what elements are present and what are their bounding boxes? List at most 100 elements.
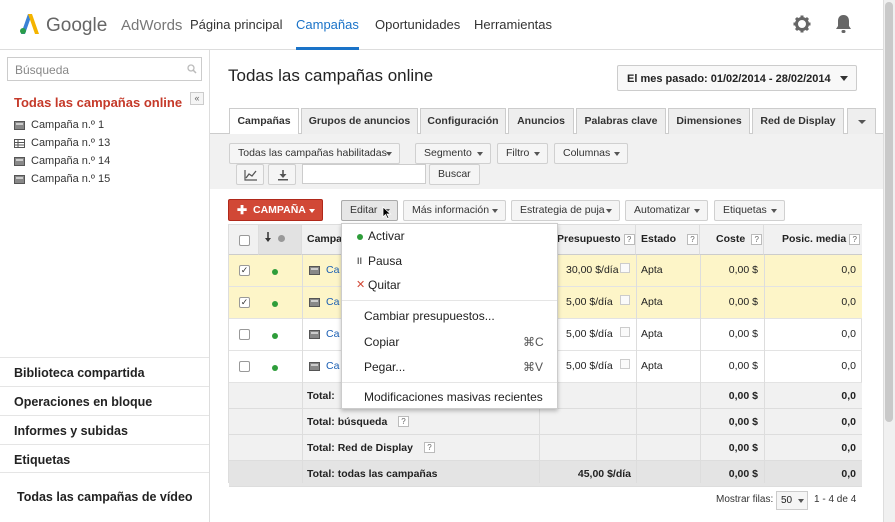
row-checkbox[interactable]	[239, 361, 250, 372]
rows-per-page-value: 50	[781, 495, 793, 506]
totals-cost: 0,00 $	[728, 390, 758, 402]
help-icon[interactable]: ?	[751, 233, 763, 245]
campaign-name-link[interactable]: Ca	[326, 360, 339, 372]
sidebar-bulk-operations-link[interactable]: Operaciones en bloque	[0, 386, 209, 415]
cost-value: 0,00 $	[728, 360, 758, 372]
search-button[interactable]: Buscar	[429, 164, 480, 185]
notifications-bell-icon[interactable]	[835, 14, 852, 34]
more-tabs-button[interactable]	[847, 108, 876, 134]
campaign-name-link[interactable]: Ca	[326, 264, 339, 276]
nav-campaigns[interactable]: Campañas	[296, 17, 359, 50]
tab-settings[interactable]: Configuración	[420, 108, 506, 134]
help-icon[interactable]: ?	[849, 233, 861, 245]
menu-item-copy[interactable]: Copiar	[364, 335, 399, 349]
filter-dropdown[interactable]: Filtro	[497, 143, 548, 164]
chevron-down-icon	[309, 209, 315, 213]
help-icon[interactable]: ?	[398, 416, 409, 427]
nav-tools[interactable]: Herramientas	[474, 17, 552, 32]
row-checkbox[interactable]: ✓	[239, 297, 250, 308]
cost-value: 0,00 $	[728, 296, 758, 308]
rows-per-page-select[interactable]: 50	[776, 491, 808, 510]
sidebar-reports-link[interactable]: Informes y subidas	[0, 415, 209, 444]
budget-value[interactable]: 5,00 $/día	[566, 328, 613, 340]
sidebar-search-input[interactable]: Búsqueda	[7, 57, 202, 81]
header-status-sort[interactable]	[259, 225, 302, 255]
campaign-grid-icon	[309, 298, 320, 307]
segment-dropdown[interactable]: Segmento	[415, 143, 491, 164]
sidebar-campaign-label: Campaña n.º 13	[31, 137, 111, 149]
date-range-selector[interactable]: El mes pasado: 01/02/2014 - 28/02/2014	[617, 65, 857, 91]
adwords-logo-icon	[20, 14, 39, 34]
sidebar-all-campaigns-link[interactable]: Todas las campañas online	[14, 95, 182, 110]
edit-budget-icon[interactable]	[620, 295, 630, 305]
header-status[interactable]: Estado?	[636, 225, 700, 255]
rows-per-page-label: Mostrar filas:	[716, 494, 774, 505]
nav-opportunities[interactable]: Oportunidades	[375, 17, 460, 32]
dropdown-label: Automatizar	[634, 204, 691, 216]
dropdown-label: Editar	[350, 204, 378, 216]
sidebar-shared-library-link[interactable]: Biblioteca compartida	[0, 357, 209, 386]
tab-campaigns[interactable]: Campañas	[229, 108, 299, 135]
chevron-down-icon	[492, 209, 498, 213]
campaign-name-link[interactable]: Ca	[326, 296, 339, 308]
automate-dropdown[interactable]: Automatizar	[625, 200, 708, 221]
row-checkbox[interactable]	[239, 329, 250, 340]
campaign-name-link[interactable]: Ca	[326, 328, 339, 340]
help-icon[interactable]: ?	[687, 233, 699, 245]
new-campaign-button[interactable]: ✚ CAMPAÑA	[228, 199, 323, 221]
download-button[interactable]	[268, 164, 296, 185]
header-position-text: Posic. media	[782, 233, 847, 245]
chevron-down-icon	[606, 209, 612, 213]
help-icon[interactable]: ?	[424, 442, 435, 453]
top-bar: Google AdWords Página principal Campañas…	[0, 0, 883, 50]
header-cost-label: Coste?	[716, 233, 763, 245]
bid-strategy-dropdown[interactable]: Estrategia de puja	[511, 200, 620, 221]
column-divider	[302, 255, 303, 483]
edit-budget-icon[interactable]	[620, 359, 630, 369]
menu-item-pause[interactable]: Pausa	[368, 254, 402, 268]
sidebar-collapse-button[interactable]: «	[190, 92, 204, 105]
menu-item-recent-bulk-edits[interactable]: Modificaciones masivas recientes	[364, 390, 543, 404]
menu-item-paste[interactable]: Pegar...	[364, 360, 405, 374]
menu-item-remove[interactable]: Quitar	[368, 278, 401, 292]
campaign-status-dropdown[interactable]: Todas las campañas habilitadas	[229, 143, 400, 164]
header-cost[interactable]: Coste?	[700, 225, 764, 255]
header-position-label: Posic. media?	[782, 233, 861, 245]
chevron-down-icon	[386, 152, 392, 156]
tab-keywords[interactable]: Palabras clave	[576, 108, 666, 134]
sidebar-labels-link[interactable]: Etiquetas	[0, 444, 209, 473]
labels-dropdown[interactable]: Etiquetas	[714, 200, 785, 221]
budget-value[interactable]: 30,00 $/día	[566, 264, 619, 276]
menu-item-change-budgets[interactable]: Cambiar presupuestos...	[364, 309, 495, 323]
header-avg-position[interactable]: Posic. media?	[764, 225, 862, 255]
sidebar-video-campaigns-link[interactable]: Todas las campañas de vídeo	[17, 490, 193, 504]
chart-toggle-button[interactable]	[236, 164, 264, 185]
tab-display-network[interactable]: Red de Display	[752, 108, 844, 134]
totals-position: 0,0	[841, 468, 856, 480]
table-search-input[interactable]	[302, 164, 426, 184]
more-info-dropdown[interactable]: Más información	[403, 200, 506, 221]
copy-shortcut: ⌘C	[523, 335, 544, 349]
chevron-down-icon	[477, 152, 483, 156]
edit-budget-icon[interactable]	[620, 263, 630, 273]
tab-ads[interactable]: Anuncios	[508, 108, 574, 134]
page-scrollbar-thumb[interactable]	[885, 2, 893, 422]
tab-ad-groups[interactable]: Grupos de anuncios	[301, 108, 418, 134]
budget-value[interactable]: 5,00 $/día	[566, 360, 613, 372]
new-campaign-label: CAMPAÑA	[253, 204, 306, 216]
menu-separator	[342, 300, 557, 301]
budget-value[interactable]: 5,00 $/día	[566, 296, 613, 308]
chevron-down-icon	[534, 152, 540, 156]
gear-icon[interactable]	[793, 15, 811, 33]
select-all-checkbox[interactable]	[239, 235, 250, 246]
columns-dropdown[interactable]: Columnas	[554, 143, 628, 164]
campaign-folder-icon	[14, 175, 25, 184]
help-icon[interactable]: ?	[623, 233, 635, 245]
search-button-label: Buscar	[438, 168, 471, 180]
edit-budget-icon[interactable]	[620, 327, 630, 337]
row-checkbox[interactable]: ✓	[239, 265, 250, 276]
menu-item-activate[interactable]: Activar	[368, 229, 405, 243]
adwords-logo[interactable]: Google AdWords	[18, 12, 182, 38]
tab-dimensions[interactable]: Dimensiones	[668, 108, 750, 134]
nav-home[interactable]: Página principal	[190, 17, 283, 32]
